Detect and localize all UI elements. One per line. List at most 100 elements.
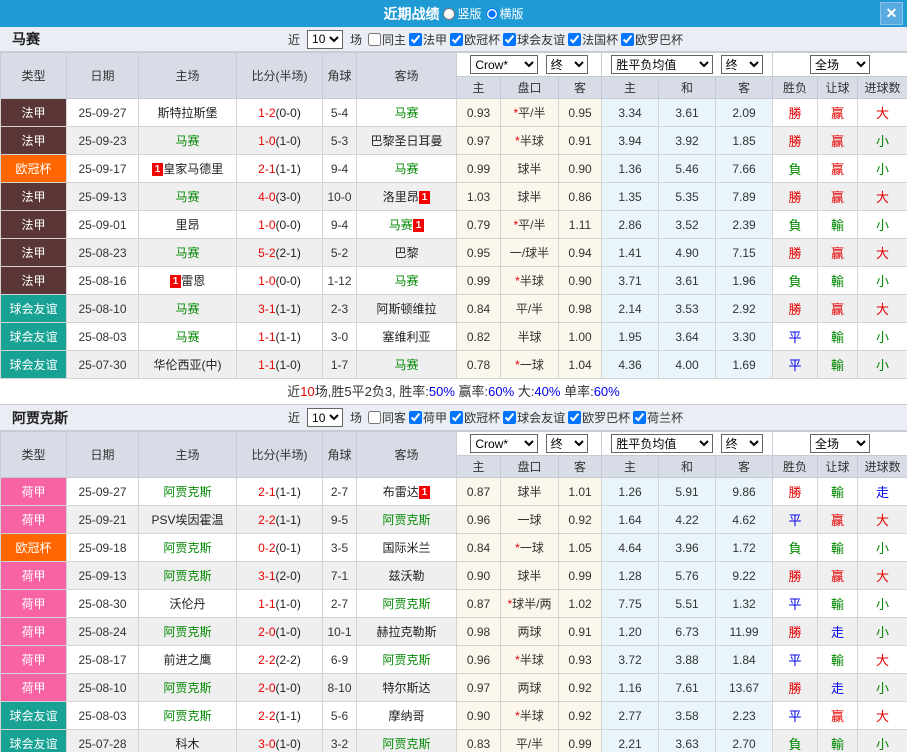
league-checkbox-group[interactable]: 欧罗巴杯	[566, 409, 630, 426]
team-name-text: 马赛	[394, 106, 418, 120]
scope-select[interactable]: 全场	[810, 434, 870, 453]
home-team-cell: 科木	[139, 730, 237, 752]
same-away-checkbox[interactable]	[368, 411, 381, 424]
date-cell: 25-07-30	[67, 351, 139, 379]
fulltime-score: 3-1	[258, 569, 275, 583]
corner-cell: 2-3	[323, 295, 357, 323]
league-cell: 欧冠杯	[1, 155, 67, 183]
halftime-score: (0-0)	[276, 106, 301, 120]
layout-option-vertical[interactable]: 竖版	[443, 5, 481, 22]
odds-home-cell: 0.90	[457, 562, 501, 590]
league-cell: 法甲	[1, 211, 67, 239]
odds-company-select[interactable]: Crow*	[470, 434, 538, 453]
handicap-change-star: *	[515, 134, 520, 148]
home-team-cell: 阿贾克斯	[139, 478, 237, 506]
odds-away-cell: 1.04	[559, 351, 602, 379]
avg-draw-cell: 3.61	[659, 99, 716, 127]
result-cell: 勝	[773, 618, 818, 646]
odds-stage-select[interactable]: 终	[546, 434, 588, 453]
same-home-checkbox-group[interactable]: 同主	[366, 31, 406, 48]
league-checkbox[interactable]	[633, 411, 646, 424]
marseille-count-select[interactable]: 10	[307, 30, 343, 49]
away-team-cell: 马赛	[357, 267, 457, 295]
score-cell: 2-0(1-0)	[237, 618, 323, 646]
odds-away-cell: 0.94	[559, 239, 602, 267]
league-checkbox-group[interactable]: 荷兰杯	[631, 409, 683, 426]
odds-away-cell: 0.99	[559, 562, 602, 590]
league-checkbox-group[interactable]: 荷甲	[407, 409, 447, 426]
handicap-cell: 球半	[501, 478, 559, 506]
team-name-text: 特尔斯达	[382, 681, 430, 695]
handicap-change-star: *	[513, 106, 518, 120]
fulltime-score: 1-0	[258, 134, 275, 148]
red-card-badge: 1	[419, 191, 431, 204]
scope-select[interactable]: 全场	[810, 55, 870, 74]
layout-option-horizontal[interactable]: 横版	[486, 5, 524, 22]
avg-draw-cell: 3.61	[659, 267, 716, 295]
league-checkbox-group[interactable]: 球会友谊	[501, 31, 565, 48]
score-cell: 1-0(0-0)	[237, 267, 323, 295]
corner-cell: 1-7	[323, 351, 357, 379]
avg-draw-cell: 3.92	[659, 127, 716, 155]
league-checkbox-group[interactable]: 球会友谊	[501, 409, 565, 426]
same-away-checkbox-group[interactable]: 同客	[366, 409, 406, 426]
league-checkbox-group[interactable]: 欧冠杯	[448, 31, 500, 48]
odds-stage-select[interactable]: 终	[546, 55, 588, 74]
handicap-result-cell: 赢	[818, 127, 858, 155]
goals-result-cell: 小	[858, 267, 907, 295]
league-checkbox[interactable]	[409, 33, 422, 46]
close-button[interactable]: ✕	[880, 2, 903, 25]
vertical-radio[interactable]	[443, 8, 455, 20]
avg-stage-select[interactable]: 终	[721, 434, 763, 453]
avg-away-cell: 7.15	[716, 239, 773, 267]
avg-stage-select[interactable]: 终	[721, 55, 763, 74]
handicap-result-cell: 赢	[818, 99, 858, 127]
league-checkbox[interactable]	[409, 411, 422, 424]
odds-home-cell: 0.90	[457, 702, 501, 730]
avg-away-cell: 2.70	[716, 730, 773, 752]
league-checkbox[interactable]	[503, 411, 516, 424]
ajax-count-select[interactable]: 10	[307, 408, 343, 427]
avg-draw-cell: 7.61	[659, 674, 716, 702]
marseille-team-name: 马赛	[12, 29, 40, 49]
goals-result-cell: 大	[858, 562, 907, 590]
odds-home-cell: 0.84	[457, 295, 501, 323]
odds-away-cell: 1.05	[559, 534, 602, 562]
fulltime-score: 2-0	[258, 625, 275, 639]
league-checkbox[interactable]	[450, 411, 463, 424]
odds-away-cell: 0.90	[559, 267, 602, 295]
summary-segment: 50%	[429, 384, 455, 399]
handicap-cell: 两球	[501, 674, 559, 702]
league-checkbox-group[interactable]: 法甲	[407, 31, 447, 48]
league-checkbox-group[interactable]: 欧冠杯	[448, 409, 500, 426]
team-name-text: 阿贾克斯	[382, 653, 430, 667]
league-checkbox[interactable]	[450, 33, 463, 46]
red-card-badge: 1	[413, 219, 425, 232]
goals-result-cell: 大	[858, 702, 907, 730]
horizontal-radio[interactable]	[486, 8, 498, 20]
team-name-text: 阿贾克斯	[163, 541, 211, 555]
home-team-cell: 马赛	[139, 323, 237, 351]
date-cell: 25-08-03	[67, 323, 139, 351]
odds-company-select[interactable]: Crow*	[470, 55, 538, 74]
odds-away-cell: 0.92	[559, 702, 602, 730]
fulltime-score: 2-1	[258, 485, 275, 499]
league-checkbox[interactable]	[503, 33, 516, 46]
team-name-text: 阿贾克斯	[163, 569, 211, 583]
handicap-cell: *平/半	[501, 99, 559, 127]
avg-draw-cell: 5.35	[659, 183, 716, 211]
avg-home-cell: 1.41	[602, 239, 659, 267]
league-checkbox-group[interactable]: 法国杯	[566, 31, 618, 48]
league-checkbox-group[interactable]: 欧罗巴杯	[619, 31, 683, 48]
odds-away-cell: 0.92	[559, 506, 602, 534]
avg-odds-select[interactable]: 胜平负均值	[611, 55, 713, 74]
header-away: 客场	[357, 53, 457, 99]
league-checkbox[interactable]	[621, 33, 634, 46]
league-checkbox[interactable]	[568, 411, 581, 424]
halftime-score: (2-0)	[276, 569, 301, 583]
avg-odds-select[interactable]: 胜平负均值	[611, 434, 713, 453]
score-cell: 2-2(1-1)	[237, 506, 323, 534]
fulltime-score: 5-2	[258, 246, 275, 260]
league-checkbox[interactable]	[568, 33, 581, 46]
same-home-checkbox[interactable]	[368, 33, 381, 46]
